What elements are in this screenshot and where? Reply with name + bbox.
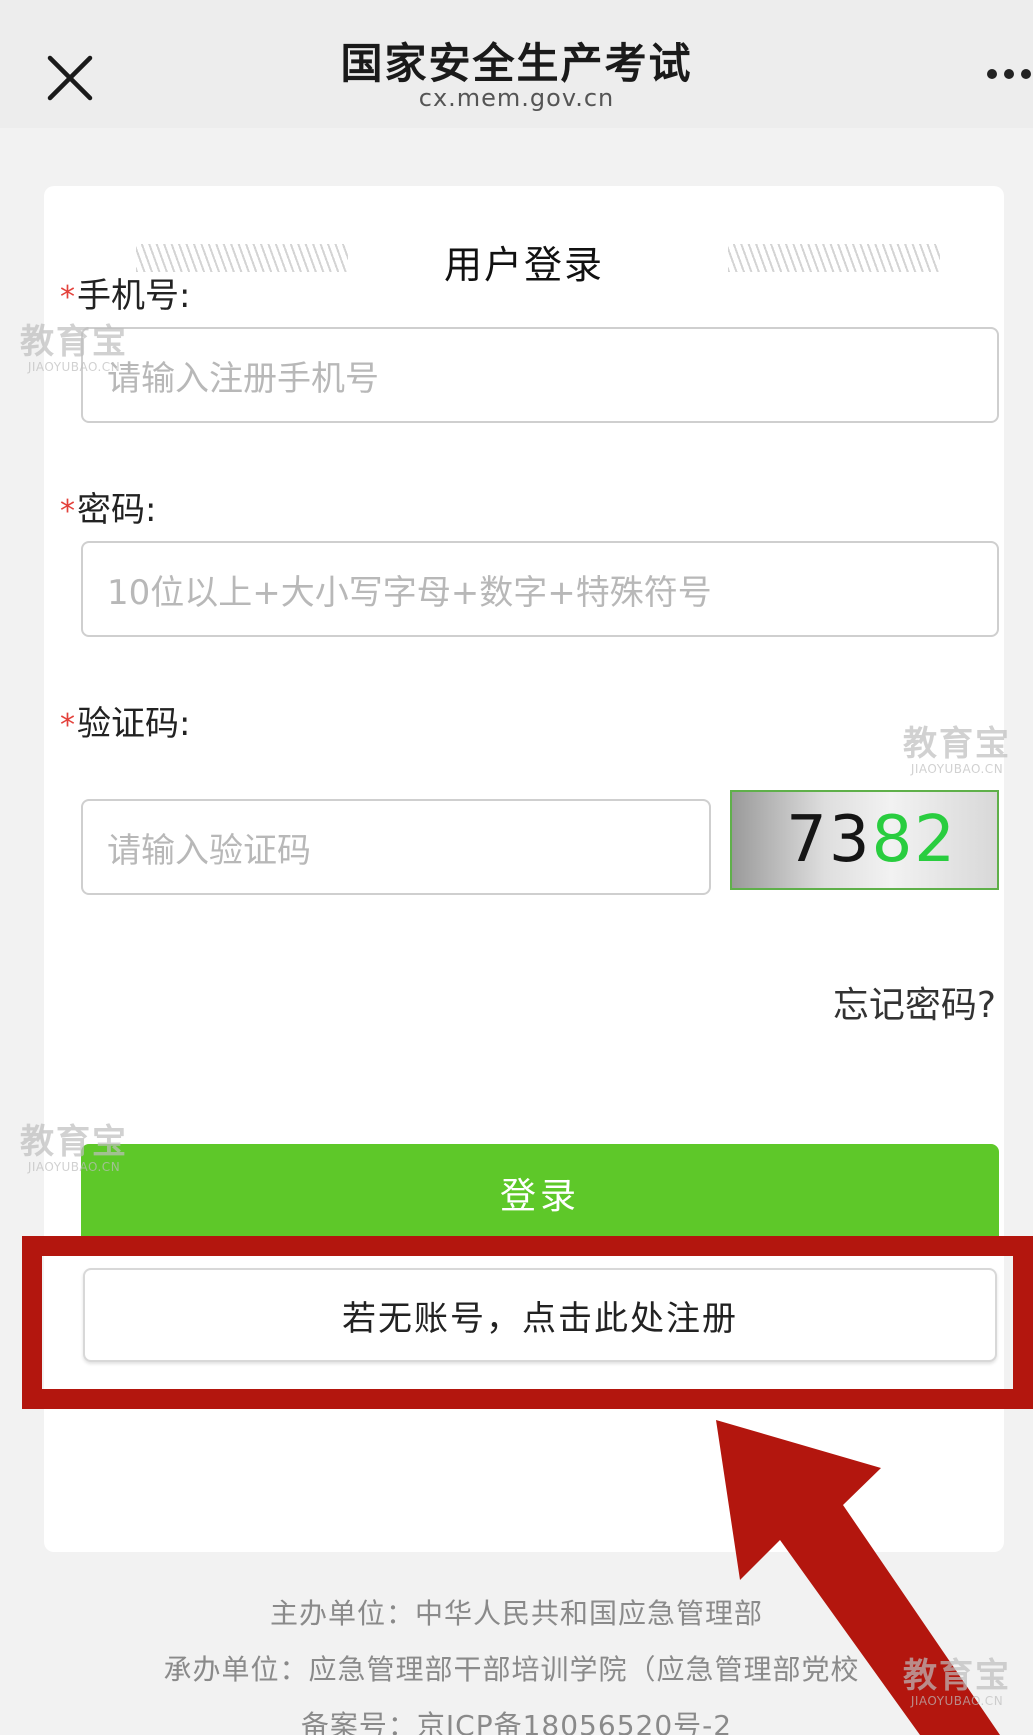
- phone-label: *手机号:: [60, 268, 190, 317]
- required-mark: *: [60, 708, 75, 743]
- phone-label-text: 手机号:: [77, 276, 191, 316]
- captcha-image[interactable]: 73 82: [730, 790, 999, 890]
- more-button[interactable]: [984, 66, 1033, 82]
- password-label-text: 密码:: [77, 490, 157, 530]
- page-url: cx.mem.gov.cn: [418, 84, 615, 112]
- register-button[interactable]: 若无账号，点击此处注册: [83, 1268, 997, 1362]
- password-placeholder: 10位以上+大小写字母+数字+特殊符号: [107, 572, 712, 613]
- top-bar: 国家安全生产考试 cx.mem.gov.cn: [0, 0, 1033, 128]
- footer-organizer: 承办单位：应急管理部干部培训学院（应急管理部党校: [163, 1653, 860, 1686]
- required-mark: *: [60, 280, 75, 315]
- page-title: 国家安全生产考试: [340, 39, 693, 88]
- captcha-digits-dark: 73: [786, 803, 872, 877]
- required-mark: *: [60, 494, 75, 529]
- login-button[interactable]: 登录: [81, 1144, 999, 1242]
- password-label: *密码:: [60, 482, 156, 531]
- phone-placeholder: 请输入注册手机号: [107, 358, 379, 399]
- footer-icp: 备案号：京ICP备18056520号-2: [300, 1709, 733, 1735]
- captcha-label: *验证码:: [60, 696, 190, 745]
- captcha-digits-green: 82: [871, 803, 957, 877]
- phone-input[interactable]: 请输入注册手机号: [81, 327, 999, 423]
- title-decoration-right: [728, 244, 940, 272]
- captcha-placeholder: 请输入验证码: [107, 830, 311, 871]
- captcha-label-text: 验证码:: [77, 704, 191, 744]
- forgot-password-link[interactable]: 忘记密码?: [833, 976, 996, 1028]
- login-card: 用户登录 *手机号: 请输入注册手机号 *密码: 10位以上+大小写字母+数字+…: [44, 186, 1004, 1552]
- password-input[interactable]: 10位以上+大小写字母+数字+特殊符号: [81, 541, 999, 637]
- footer-sponsor: 主办单位：中华人民共和国应急管理部: [269, 1597, 763, 1630]
- captcha-input[interactable]: 请输入验证码: [81, 799, 711, 895]
